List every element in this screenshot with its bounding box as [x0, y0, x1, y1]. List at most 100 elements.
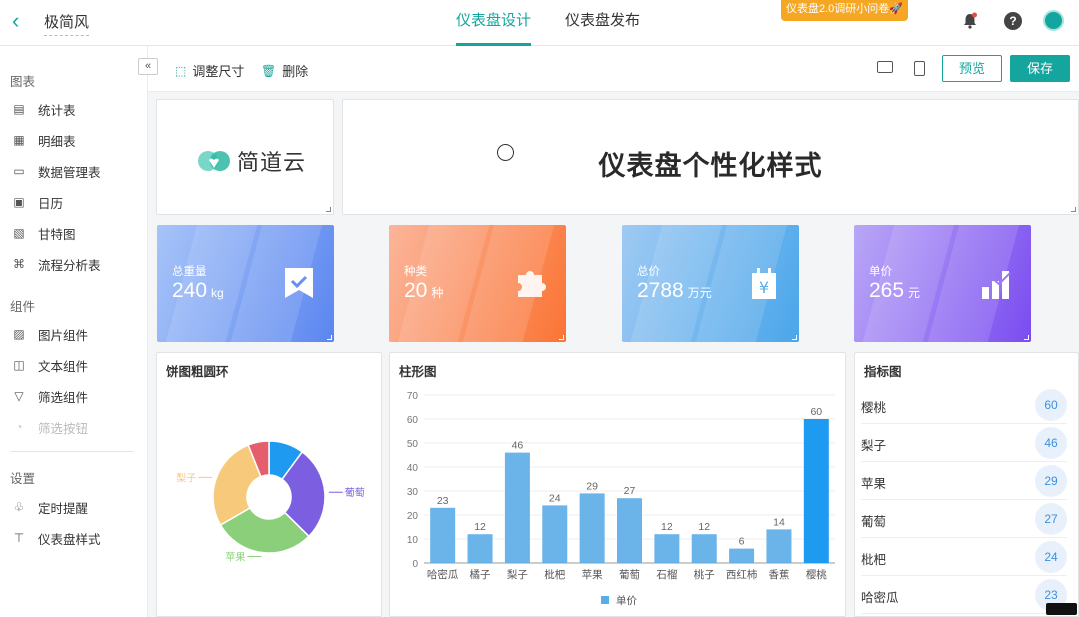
y-tick-label: 0	[412, 559, 418, 570]
indicator-row[interactable]: 枇杷 24	[861, 538, 1067, 576]
kpi-card-types[interactable]: 种类 20 种	[389, 225, 566, 342]
bar[interactable]	[654, 534, 680, 563]
bar[interactable]	[803, 419, 829, 563]
kpi-number: 20	[404, 279, 428, 302]
kpi-value: 2788 万元	[637, 279, 712, 303]
bar-chart: 0 10 20 30 40 50 60 70 23 哈密瓜 12 橘子 46 梨子 24 枇杷 29 苹果 27 葡萄…	[407, 391, 835, 607]
resize-handle[interactable]	[327, 335, 332, 340]
notification-bell-icon[interactable]	[961, 12, 979, 30]
sidebar-item-label: 筛选按钮	[38, 421, 89, 436]
pie-label: 梨子	[176, 471, 196, 484]
delete-button[interactable]: 🗑 删除	[261, 61, 308, 80]
svg-text:¥: ¥	[759, 278, 769, 297]
sidebar-item-stat-table[interactable]: ▤ 统计表	[12, 99, 75, 119]
pie-chart-panel[interactable]: 饼图粗圆环 葡萄 苹果 梨子	[156, 352, 382, 617]
indicator-value: 24	[1035, 541, 1067, 573]
desktop-view-icon[interactable]	[877, 61, 893, 73]
indicator-row[interactable]: 葡萄 27	[861, 500, 1067, 538]
kpi-card-total-price[interactable]: 总价 2788 万元 ¥	[622, 225, 799, 342]
sidebar-item-image[interactable]: ▨ 图片组件	[12, 324, 88, 344]
toolbar: ⬚ 调整尺寸 🗑 删除 预览 保存	[148, 46, 1079, 92]
survey-banner[interactable]: 仪表盘2.0调研小问卷🚀	[781, 0, 908, 21]
resize-button[interactable]: ⬚ 调整尺寸	[175, 61, 244, 80]
bar[interactable]	[729, 548, 755, 563]
pie-label: 苹果	[225, 551, 245, 564]
bar-value-label: 27	[624, 485, 636, 497]
bar-value-label: 14	[773, 516, 785, 528]
logo-text: 简道云	[237, 150, 307, 175]
indicator-row[interactable]: 哈密瓜 23	[861, 576, 1067, 614]
sidebar-item-dashboard-style[interactable]: ⊤ 仪表盘样式	[12, 528, 101, 548]
sidebar-item-reminder[interactable]: ♧ 定时提醒	[12, 497, 88, 517]
x-tick-label: 梨子	[507, 568, 528, 581]
bar[interactable]	[504, 452, 530, 563]
mobile-view-icon[interactable]	[914, 61, 925, 76]
sidebar-item-label: 文本组件	[38, 359, 89, 374]
bar[interactable]	[430, 507, 456, 563]
indicator-name: 哈密瓜	[861, 591, 899, 605]
back-icon[interactable]: ‹	[12, 10, 19, 32]
logo: 简道云	[197, 145, 306, 177]
x-tick-label: 石榴	[656, 568, 677, 581]
sidebar-item-label: 仪表盘样式	[38, 532, 101, 547]
kpi-label: 总价	[637, 266, 660, 278]
paint-brush-icon: ⊤	[13, 531, 25, 545]
bar-value-label: 23	[437, 495, 449, 507]
sidebar-item-filter[interactable]: ▽ 筛选组件	[12, 386, 88, 406]
kpi-unit: 万元	[687, 286, 712, 300]
sidebar-item-label: 甘特图	[38, 227, 76, 242]
bar[interactable]	[766, 529, 792, 563]
sidebar-item-label: 数据管理表	[38, 165, 101, 180]
kpi-number: 265	[869, 279, 905, 302]
bar[interactable]	[617, 498, 642, 563]
x-tick-label: 香蕉	[768, 569, 789, 581]
bar[interactable]	[691, 534, 717, 563]
indicator-row[interactable]: 樱桃 60	[861, 386, 1067, 424]
collapse-sidebar-button[interactable]: «	[138, 58, 158, 75]
y-tick-label: 40	[407, 463, 419, 474]
indicator-row[interactable]: 梨子 46	[861, 424, 1067, 462]
sidebar-item-flow[interactable]: ⌘ 流程分析表	[12, 254, 101, 274]
bar-value-label: 6	[739, 536, 745, 548]
x-tick-label: 橘子	[470, 569, 491, 581]
bar[interactable]	[579, 493, 605, 563]
sidebar-item-gantt[interactable]: ▧ 甘特图	[12, 223, 76, 243]
x-tick-label: 樱桃	[806, 568, 827, 581]
kpi-card-unit-price[interactable]: 单价 265 元	[854, 225, 1031, 342]
gantt-icon: ▧	[13, 226, 25, 240]
bar[interactable]	[467, 534, 493, 563]
tab-dashboard-publish[interactable]: 仪表盘发布	[565, 0, 640, 46]
resize-handle[interactable]	[559, 335, 564, 340]
resize-handle[interactable]	[1024, 335, 1029, 340]
sidebar-divider	[10, 451, 134, 452]
kpi-number: 240	[172, 279, 208, 302]
indicator-name: 梨子	[861, 439, 887, 453]
preview-button[interactable]: 预览	[942, 55, 1002, 82]
resize-handle[interactable]	[326, 207, 331, 212]
indicator-row[interactable]: 苹果 29	[861, 462, 1067, 500]
bar-chart-panel[interactable]: 柱形图 0 10 20 30 40 50 60 70 23 哈密瓜 12 橘子 46 梨子 24 枇杷 29 苹果…	[389, 352, 846, 617]
save-button[interactable]: 保存	[1010, 55, 1070, 82]
sidebar-item-data-manage[interactable]: ▭ 数据管理表	[12, 161, 101, 181]
help-icon[interactable]: ?	[1004, 12, 1022, 30]
jiandaoyun-logo-icon	[198, 151, 230, 171]
bar[interactable]	[542, 505, 568, 563]
kpi-card-total-weight[interactable]: 总重量 240 kg	[157, 225, 334, 342]
stat-table-icon: ▤	[13, 102, 25, 116]
sidebar-item-label: 定时提醒	[38, 501, 89, 516]
sidebar-item-calendar[interactable]: ▣ 日历	[12, 192, 63, 212]
indicator-panel[interactable]: 指标图 樱桃 60 梨子 46 苹果 29 葡萄 27 枇杷 24 哈密瓜 23	[854, 352, 1079, 617]
sidebar-item-text[interactable]: ◫ 文本组件	[12, 355, 88, 375]
app-name[interactable]: 极简风	[44, 11, 90, 36]
tab-dashboard-design[interactable]: 仪表盘设计	[456, 0, 532, 46]
resize-handle[interactable]	[792, 335, 797, 340]
user-avatar[interactable]	[1043, 10, 1064, 31]
bar-value-label: 29	[586, 480, 598, 492]
logo-card[interactable]: 简道云	[156, 99, 334, 215]
sidebar-item-detail-table[interactable]: ▦ 明细表	[12, 130, 75, 150]
title-card[interactable]: 仪表盘个性化样式	[342, 99, 1079, 215]
detail-table-icon: ▦	[13, 133, 25, 147]
legend-label: 单价	[616, 595, 637, 607]
resize-handle[interactable]	[1071, 207, 1076, 212]
delete-label: 删除	[282, 64, 309, 79]
